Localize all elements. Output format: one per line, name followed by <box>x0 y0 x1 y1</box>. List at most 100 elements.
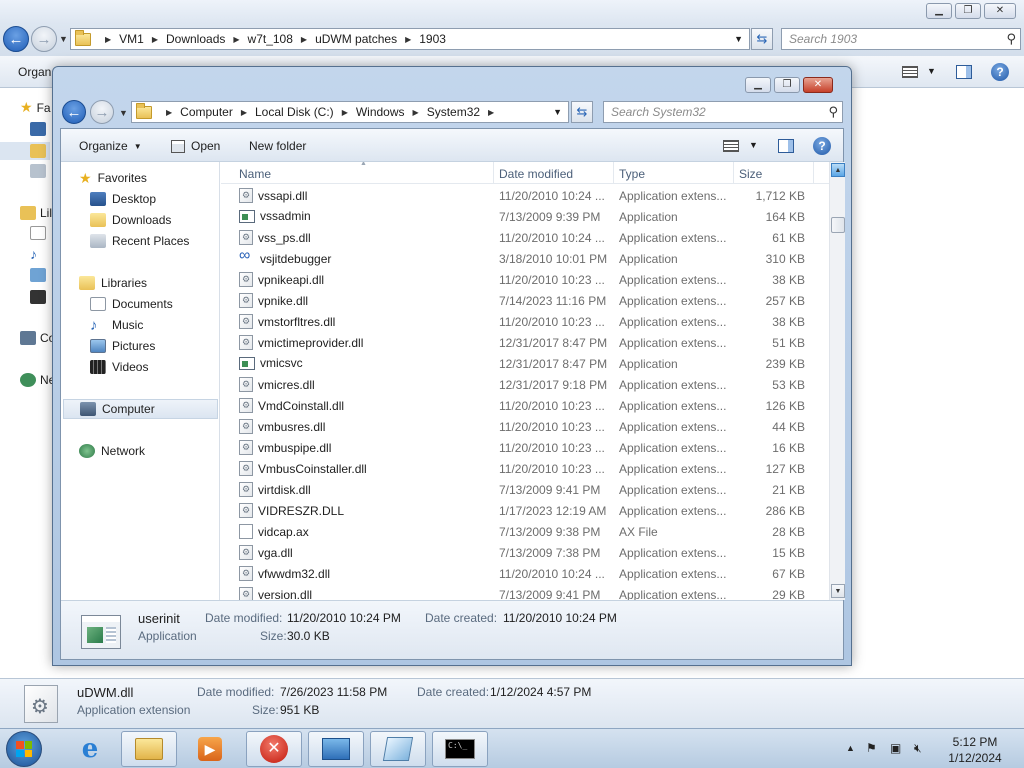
column-divider[interactable] <box>613 162 614 184</box>
file-row[interactable]: vpnike.dll 7/14/2023 11:16 PM Application … <box>221 290 829 311</box>
nav-network[interactable]: Network <box>79 441 145 461</box>
taskbar-control-panel[interactable] <box>308 731 364 767</box>
bg-nav-computer[interactable]: Co <box>20 331 55 345</box>
search-icon[interactable]: ⚲ <box>1006 31 1016 47</box>
column-size[interactable]: Size <box>739 167 762 181</box>
crumb-end[interactable]: ▶ <box>480 108 502 117</box>
nav-favorites[interactable]: ★ Favorites <box>79 168 147 188</box>
column-divider[interactable] <box>733 162 734 184</box>
bg-crumb[interactable]: ▶ VM1 <box>97 32 144 46</box>
nav-recent-places[interactable]: Recent Places <box>90 231 189 251</box>
vertical-scrollbar[interactable]: ▲ ▼ <box>829 162 845 600</box>
bg-search-input[interactable]: Search 1903 ⚲ <box>781 28 1021 50</box>
file-row[interactable]: vidcap.ax 7/13/2009 9:38 PM AX File 28 KB <box>221 521 829 542</box>
minimize-button[interactable]: ▁ <box>745 77 771 93</box>
refresh-button[interactable]: ⇆ <box>571 101 593 123</box>
views-dropdown-icon[interactable]: ▼ <box>927 66 936 76</box>
column-name[interactable]: Name <box>239 167 271 181</box>
file-row[interactable]: vmbuspipe.dll 11/20/2010 10:23 ... Applica… <box>221 437 829 458</box>
bg-nav-item[interactable]: ♪ <box>30 246 37 262</box>
new-folder-button[interactable]: New folder <box>249 139 306 153</box>
bg-back-button[interactable]: ← <box>3 26 29 52</box>
file-row[interactable]: vfwwdm32.dll 11/20/2010 10:24 ... Applicat… <box>221 563 829 584</box>
scroll-down-arrow[interactable]: ▼ <box>831 584 845 598</box>
crumb[interactable]: ▶ Computer <box>158 105 233 119</box>
address-dropdown-icon[interactable]: ▼ <box>553 107 562 117</box>
bg-nav-favorites[interactable]: ★ Fa <box>20 99 51 116</box>
bg-refresh-button[interactable]: ⇆ <box>751 28 773 50</box>
column-type[interactable]: Type <box>619 167 645 181</box>
scroll-up-arrow[interactable]: ▲ <box>831 163 845 177</box>
bg-nav-item-selected[interactable] <box>0 142 50 160</box>
bg-address-dropdown-icon[interactable]: ▼ <box>734 34 743 44</box>
file-row[interactable]: VmbusCoinstaller.dll 11/20/2010 10:23 ...… <box>221 458 829 479</box>
column-divider[interactable] <box>493 162 494 184</box>
taskbar-error-app[interactable]: ✕ <box>246 731 302 767</box>
bg-nav-item[interactable] <box>30 290 46 304</box>
bg-address-bar[interactable]: ▶ VM1 ▶ Downloads ▶ w7t_108 ▶ uDWM patches ▶… <box>70 28 750 50</box>
file-row[interactable]: vmicsvc 12/31/2017 8:47 PM Application 239 … <box>221 353 829 374</box>
file-row[interactable]: vss_ps.dll 11/20/2010 10:24 ... Applicatio… <box>221 227 829 248</box>
taskbar-windows-explorer[interactable] <box>121 731 177 767</box>
maximize-button[interactable]: ❐ <box>774 77 800 93</box>
bg-close-button[interactable]: ✕ <box>984 3 1016 19</box>
column-date-modified[interactable]: Date modified <box>499 167 573 181</box>
recent-pages-dropdown-icon[interactable]: ▼ <box>119 108 128 118</box>
bg-recent-pages-dropdown-icon[interactable]: ▼ <box>59 34 68 44</box>
bg-crumb[interactable]: ▶ w7t_108 <box>225 32 293 46</box>
address-bar[interactable]: ▶ Computer ▶ Local Disk (C:) ▶ Windows ▶ Sys… <box>131 101 569 123</box>
network-tray-icon[interactable]: ▣ <box>890 741 901 755</box>
bg-crumb[interactable]: ▶ Downloads <box>144 32 226 46</box>
action-center-icon[interactable]: ⚑ <box>866 741 877 755</box>
search-icon[interactable]: ⚲ <box>828 104 838 120</box>
volume-muted-icon[interactable]: 🔇︎ <box>914 741 922 756</box>
crumb[interactable]: ▶ System32 <box>405 105 481 119</box>
scroll-thumb[interactable] <box>831 217 845 233</box>
nav-computer[interactable]: Computer <box>63 399 218 419</box>
nav-libraries[interactable]: Libraries <box>79 273 147 293</box>
file-row[interactable]: vssapi.dll 11/20/2010 10:24 ... Applicatio… <box>221 185 829 206</box>
file-row[interactable]: VIDRESZR.DLL 1/17/2023 12:19 AM Applicatio… <box>221 500 829 521</box>
system-clock[interactable]: 5:12 PM 1/12/2024 <box>940 734 1010 766</box>
bg-organize-button[interactable]: Organ <box>18 65 51 79</box>
bg-forward-button[interactable]: → <box>31 26 57 52</box>
bg-nav-item[interactable] <box>30 268 46 282</box>
file-row[interactable]: vga.dll 7/13/2009 7:38 PM Application exte… <box>221 542 829 563</box>
bg-nav-network[interactable]: Ne <box>20 373 55 387</box>
preview-pane-icon[interactable] <box>956 65 972 79</box>
file-row[interactable]: VmdCoinstall.dll 11/20/2010 10:23 ... Appl… <box>221 395 829 416</box>
taskbar-command-prompt[interactable]: C:\_ <box>432 731 488 767</box>
nav-pictures[interactable]: Pictures <box>90 336 155 356</box>
nav-music[interactable]: ♪ Music <box>90 315 143 335</box>
views-icon[interactable] <box>902 66 918 78</box>
file-row[interactable]: vsjitdebugger 3/18/2010 10:01 PM Applicati… <box>221 247 829 269</box>
background-title-bar[interactable]: ▁ ❐ ✕ <box>0 0 1024 24</box>
bg-nav-item[interactable] <box>30 164 46 178</box>
bg-crumb[interactable]: ▶ 1903 <box>397 32 446 46</box>
column-divider[interactable] <box>813 162 814 184</box>
back-button[interactable]: ← <box>62 100 86 124</box>
search-input[interactable]: Search System32 ⚲ <box>603 101 843 123</box>
nav-downloads[interactable]: Downloads <box>90 210 171 230</box>
bg-minimize-button[interactable]: ▁ <box>926 3 952 19</box>
open-button[interactable]: Open <box>171 139 220 153</box>
nav-videos[interactable]: Videos <box>90 357 148 377</box>
help-icon[interactable]: ? <box>991 63 1009 81</box>
taskbar-media-player[interactable]: ▶ <box>182 731 238 767</box>
file-row[interactable]: vmstorfltres.dll 11/20/2010 10:23 ... Appl… <box>221 311 829 332</box>
nav-desktop[interactable]: Desktop <box>90 189 156 209</box>
file-row[interactable]: vmbusres.dll 11/20/2010 10:23 ... Applicat… <box>221 416 829 437</box>
forward-button[interactable]: → <box>90 100 114 124</box>
crumb[interactable]: ▶ Local Disk (C:) <box>233 105 334 119</box>
taskbar-notepad[interactable] <box>370 731 426 767</box>
start-button[interactable] <box>6 731 42 767</box>
nav-documents[interactable]: Documents <box>90 294 173 314</box>
taskbar-internet-explorer[interactable]: e <box>62 731 118 767</box>
file-row[interactable]: vpnikeapi.dll 11/20/2010 10:23 ... Applica… <box>221 269 829 290</box>
file-row[interactable]: vssadmin 7/13/2009 9:39 PM Application 164 … <box>221 206 829 227</box>
views-icon[interactable] <box>723 140 739 152</box>
preview-pane-icon[interactable] <box>778 139 794 153</box>
file-row[interactable]: vmictimeprovider.dll 12/31/2017 8:47 PM Ap… <box>221 332 829 353</box>
bg-crumb[interactable]: ▶ uDWM patches <box>293 32 397 46</box>
show-hidden-icons-button[interactable]: ▲ <box>846 743 855 753</box>
